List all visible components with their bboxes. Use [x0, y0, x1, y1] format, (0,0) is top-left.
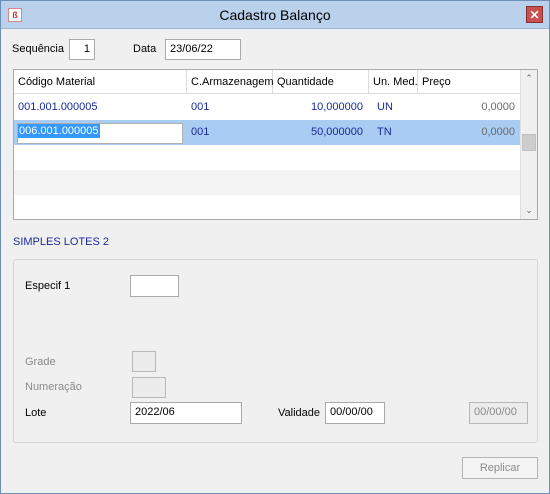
- data-field[interactable]: 23/06/22: [165, 39, 241, 60]
- table-row-selected[interactable]: 006.001.000005 001 50,000000 TN 0,0000: [14, 120, 521, 145]
- validade-field[interactable]: 00/00/00: [325, 402, 385, 424]
- data-label: Data: [133, 43, 157, 55]
- scrollbar-thumb[interactable]: [522, 134, 536, 151]
- grade-field[interactable]: [132, 351, 156, 372]
- window-title: Cadastro Balanço: [219, 7, 331, 23]
- cell-armazenagem[interactable]: 001: [187, 120, 273, 145]
- title-bar[interactable]: ß Cadastro Balanço ✕: [1, 1, 549, 29]
- scroll-up-icon[interactable]: ⌃: [521, 70, 537, 87]
- column-header-quantidade[interactable]: Quantidade: [273, 70, 369, 94]
- cadastro-balanco-window: ß Cadastro Balanço ✕ Sequência 1 Data 23…: [0, 0, 550, 494]
- replicar-button[interactable]: Replicar: [462, 457, 538, 479]
- column-header-codigo[interactable]: Código Material: [14, 70, 187, 94]
- empty-row: [14, 145, 521, 170]
- cell-codigo-editor[interactable]: 006.001.000005: [17, 123, 183, 144]
- cell-codigo[interactable]: 001.001.000005: [14, 95, 187, 120]
- grid-vertical-scrollbar[interactable]: ⌃ ⌄: [520, 70, 537, 219]
- empty-row: [14, 170, 521, 195]
- especif-field[interactable]: [130, 275, 179, 297]
- numeracao-field[interactable]: [132, 377, 166, 398]
- sequencia-field[interactable]: 1: [69, 39, 95, 60]
- cell-codigo-selected-text: 006.001.000005: [18, 124, 100, 138]
- cell-quantidade[interactable]: 10,000000: [273, 95, 369, 120]
- cell-preco[interactable]: 0,0000: [418, 95, 521, 120]
- lote-label: Lote: [25, 407, 47, 419]
- cell-unidade[interactable]: UN: [373, 95, 418, 120]
- cell-quantidade[interactable]: 50,000000: [273, 120, 369, 145]
- column-header-preco[interactable]: Preço: [418, 70, 521, 94]
- table-row[interactable]: 001.001.000005 001 10,000000 UN 0,0000: [14, 95, 521, 120]
- column-header-unidade[interactable]: Un. Med.: [369, 70, 418, 94]
- sequencia-label: Sequência: [12, 43, 64, 55]
- column-header-armazenagem[interactable]: C.Armazenagem: [187, 70, 274, 94]
- materials-grid[interactable]: Código Material C.Armazenagem Quantidade…: [13, 69, 538, 220]
- cell-preco[interactable]: 0,0000: [418, 120, 521, 145]
- numeracao-label: Numeração: [25, 381, 82, 393]
- empty-row: [14, 195, 521, 219]
- grid-header: Código Material C.Armazenagem Quantidade…: [14, 70, 521, 94]
- grade-label: Grade: [25, 356, 56, 368]
- close-button[interactable]: ✕: [526, 6, 543, 23]
- cell-armazenagem[interactable]: 001: [187, 95, 273, 120]
- especif-label: Especif 1: [25, 280, 71, 292]
- lotes-panel: [13, 259, 538, 443]
- validade-secondary-field[interactable]: 00/00/00: [469, 402, 528, 424]
- validade-label: Validade: [278, 407, 320, 419]
- scroll-down-icon[interactable]: ⌄: [521, 202, 537, 219]
- lotes-section-title: SIMPLES LOTES 2: [13, 236, 109, 248]
- cell-unidade[interactable]: TN: [373, 120, 418, 145]
- lote-field[interactable]: 2022/06: [130, 402, 242, 424]
